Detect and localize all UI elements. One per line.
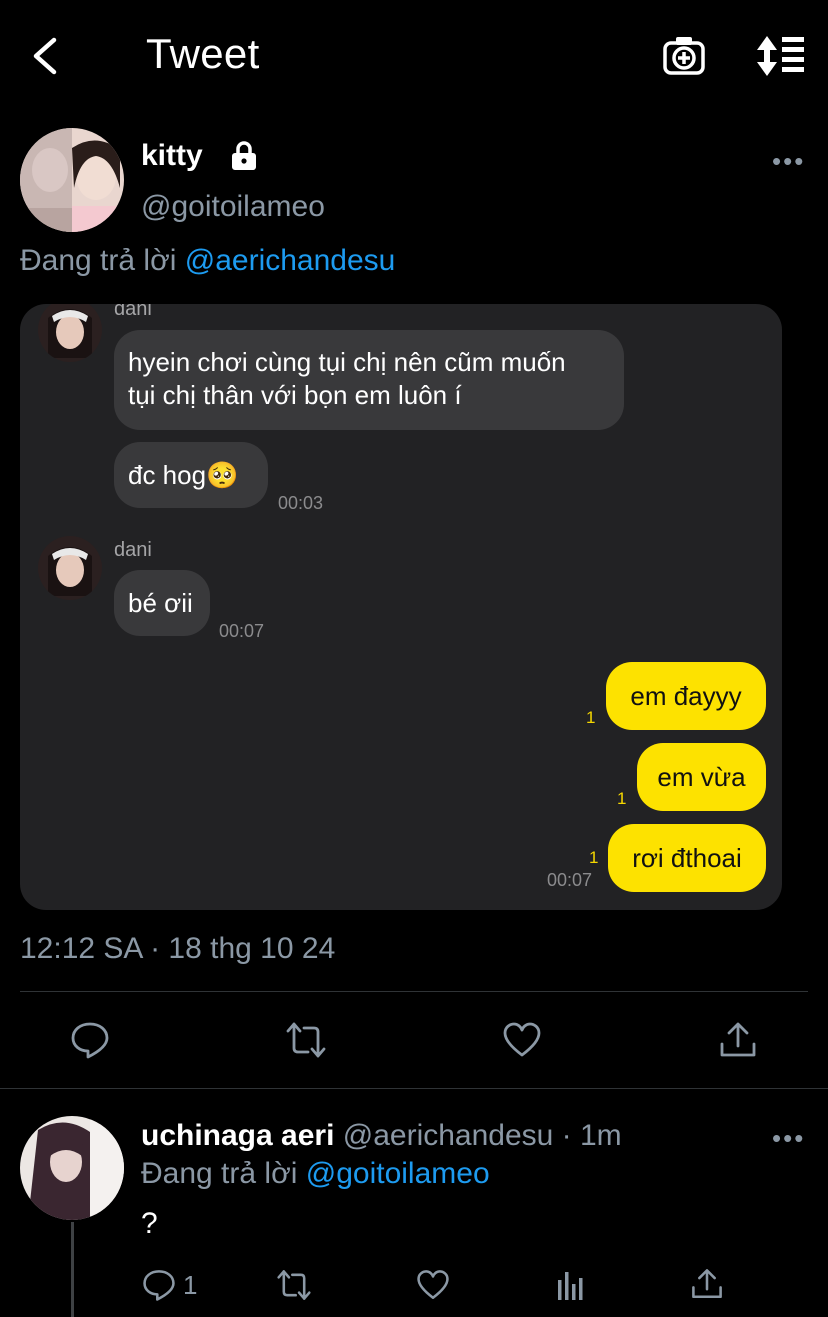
reply-retweet-button[interactable] (276, 1268, 312, 1302)
chat-message-in: bé ơii (114, 570, 210, 636)
reply-text: ? (141, 1207, 158, 1240)
thread-line (71, 1222, 74, 1317)
author-name: kitty (141, 139, 203, 172)
chat-avatar (38, 536, 102, 600)
share-icon (692, 1269, 722, 1299)
chat-avatar (38, 304, 102, 362)
replying-to-prefix: Đang trả lời (141, 1157, 306, 1190)
avatar-photo (20, 1116, 124, 1220)
divider (20, 991, 808, 992)
attached-image-chat[interactable]: dani hyein chơi cùng tụi chị nên cũm muố… (20, 304, 782, 910)
avatar[interactable] (20, 128, 124, 232)
divider (0, 1088, 828, 1089)
share-icon (720, 1022, 756, 1057)
comment-icon (71, 1022, 109, 1059)
page-title: Tweet (146, 30, 260, 77)
reply-reply-button[interactable] (142, 1268, 176, 1302)
chat-message-line: hyein chơi cùng tụi chị nên cũm muốn (128, 347, 566, 377)
reply-count: 1 (183, 1270, 198, 1300)
unread-count: 1 (586, 708, 596, 727)
more-options-button[interactable]: ••• (772, 146, 805, 177)
chat-timestamp: 00:07 (219, 621, 265, 641)
chat-message-in: đc hog🥺 (114, 442, 268, 508)
reply-replying-to-line: Đang trả lời @goitoilameo (141, 1157, 490, 1191)
chat-message-text: rơi đthoai (632, 843, 742, 873)
chat-timestamp: 00:07 (547, 870, 593, 890)
heart-icon (503, 1022, 541, 1057)
reply-author-handle-time: @aerichandesu · 1m (342, 1119, 622, 1152)
chat-message-out: em đayyy (606, 662, 766, 730)
chat-message-text: đc hog (128, 460, 207, 490)
heart-icon (417, 1270, 449, 1300)
like-button[interactable] (502, 1020, 542, 1060)
replying-to-mention[interactable]: @aerichandesu (185, 244, 396, 277)
reply-like-button[interactable] (416, 1268, 450, 1302)
chat-message-text: bé ơii (128, 588, 193, 618)
retweet-button[interactable] (286, 1020, 326, 1060)
replying-to-prefix: Đang trả lời (20, 244, 185, 277)
replying-to-line: Đang trả lời @aerichandesu (20, 244, 395, 278)
chat-message-out: rơi đthoai (608, 824, 766, 892)
chat-sender-name: dani (114, 304, 152, 320)
chat-message-text: em đayyy (630, 681, 742, 711)
reply-author-name: uchinaga aeri (141, 1119, 335, 1152)
sort-button[interactable] (756, 34, 804, 78)
share-button[interactable] (718, 1020, 758, 1060)
camera-add-button[interactable] (662, 34, 706, 78)
unread-count: 1 (617, 789, 627, 808)
comment-icon (143, 1270, 175, 1301)
avatar-photo (20, 128, 124, 232)
tweet-timestamp: 12:12 SA · 18 thg 10 24 (20, 932, 336, 965)
chat-timestamp: 00:03 (278, 493, 324, 513)
reply-share-button[interactable] (690, 1266, 724, 1302)
chat-message-line: tụi chị thân với bọn em luôn í (128, 380, 462, 410)
unread-count: 1 (589, 848, 599, 867)
chat-message-in: hyein chơi cùng tụi chị nên cũm muốn tụi… (114, 330, 624, 430)
pleading-face-emoji: 🥺 (206, 460, 239, 490)
sort-icon (757, 36, 804, 76)
camera-plus-icon (663, 37, 705, 75)
chat-sender-name: dani (114, 539, 152, 561)
retweet-icon (277, 1270, 311, 1300)
reply-more-options-button[interactable]: ••• (772, 1123, 805, 1154)
lock-icon (228, 139, 260, 171)
chat-message-out: em vừa (637, 743, 766, 811)
reply-analytics-button[interactable] (556, 1268, 586, 1302)
chat-message-text: em vừa (657, 762, 746, 792)
chevron-left-icon (33, 37, 57, 75)
reply-avatar[interactable] (20, 1116, 124, 1220)
replying-to-mention[interactable]: @goitoilameo (306, 1157, 490, 1190)
author-handle: @goitoilameo (141, 190, 325, 223)
analytics-icon (558, 1272, 583, 1300)
reply-header: uchinaga aeri @aerichandesu · 1m (141, 1119, 622, 1153)
back-button[interactable] (28, 36, 68, 76)
reply-button[interactable] (70, 1020, 110, 1060)
retweet-icon (286, 1022, 326, 1058)
